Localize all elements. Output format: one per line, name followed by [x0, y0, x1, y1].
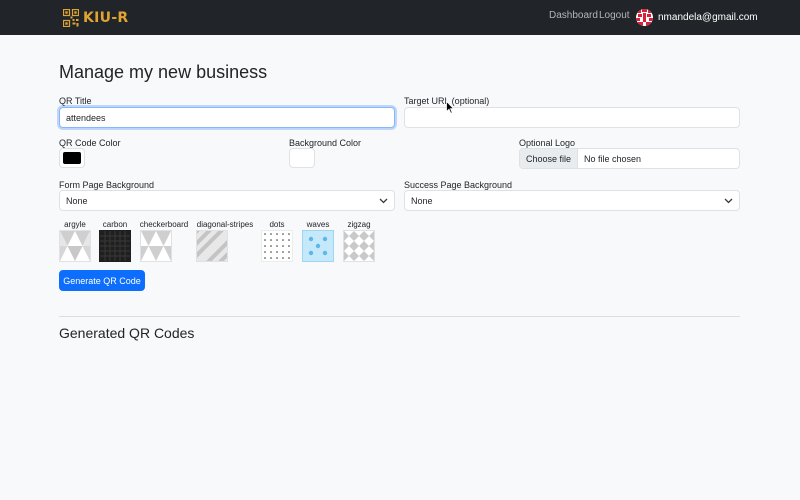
pattern-label-diagonal-stripes: diagonal-stripes	[196, 220, 254, 229]
pattern-label-zigzag: zigzag	[347, 220, 371, 229]
pattern-tile-argyle[interactable]	[59, 230, 91, 262]
target-url-label: Target URL (optional)	[404, 96, 490, 106]
file-status-text: No file chosen	[584, 153, 642, 164]
pattern-label-argyle: argyle	[64, 220, 86, 229]
form-page-background-label: Form Page Background	[59, 180, 155, 190]
nav-dashboard-link[interactable]: Dashboard	[549, 10, 598, 21]
zigzag-pattern-icon	[344, 231, 374, 261]
section-divider	[59, 316, 740, 317]
nav-logout-link[interactable]: Logout	[599, 10, 630, 21]
chevron-down-icon	[724, 198, 733, 203]
argyle-pattern-icon	[60, 231, 90, 261]
success-page-background-select[interactable]: None	[404, 190, 740, 211]
brand-logo[interactable]: KIU-R	[63, 8, 129, 28]
choose-file-button[interactable]: Choose file	[520, 149, 579, 168]
user-email: nmandela@gmail.com	[658, 12, 758, 23]
navbar: KIU-R Dashboard Logout nmandela@gmail.co…	[0, 0, 800, 35]
background-color-swatch	[293, 152, 311, 164]
chevron-down-icon	[379, 198, 388, 203]
generate-qr-code-button[interactable]: Generate QR Code	[59, 270, 145, 291]
pattern-label-dots: dots	[269, 220, 285, 229]
brand-name: KIU-R	[83, 10, 129, 26]
pattern-label-checkerboard: checkerboard	[139, 220, 189, 229]
qr-title-input[interactable]	[59, 107, 395, 128]
qr-code-color-label: QR Code Color	[59, 138, 121, 148]
pattern-tile-checkerboard[interactable]	[140, 230, 172, 262]
pattern-tile-waves[interactable]	[302, 230, 334, 262]
pattern-tile-diagonal-stripes[interactable]	[196, 230, 228, 262]
qr-code-color-picker[interactable]	[59, 148, 85, 168]
success-page-background-label: Success Page Background	[404, 180, 513, 190]
success-page-background-value: None	[411, 195, 433, 206]
pattern-tile-carbon[interactable]	[99, 230, 131, 262]
avatar	[636, 9, 653, 26]
qr-code-color-swatch	[63, 152, 81, 164]
generated-qr-codes-title: Generated QR Codes	[59, 325, 195, 341]
background-color-picker[interactable]	[289, 148, 315, 168]
diagonal-stripes-pattern-icon	[197, 231, 227, 261]
checkerboard-pattern-icon	[141, 231, 171, 261]
optional-logo-label: Optional Logo	[519, 138, 576, 148]
waves-pattern-icon	[303, 231, 333, 261]
pattern-label-waves: waves	[306, 220, 330, 229]
form-page-background-select[interactable]: None	[59, 190, 395, 211]
pattern-tile-dots[interactable]	[261, 230, 293, 262]
pattern-label-carbon: carbon	[102, 220, 128, 229]
avatar-pattern-icon	[636, 9, 653, 26]
target-url-input[interactable]	[404, 107, 740, 128]
carbon-pattern-icon	[100, 231, 130, 261]
form-page-background-value: None	[66, 195, 88, 206]
qr-logo-icon	[63, 9, 79, 27]
optional-logo-file-input[interactable]: Choose file No file chosen	[519, 148, 740, 169]
page-title: Manage my new business	[59, 62, 268, 82]
qr-title-label: QR Title	[59, 96, 92, 106]
user-menu[interactable]: nmandela@gmail.com	[636, 9, 758, 26]
pattern-tile-zigzag[interactable]	[343, 230, 375, 262]
dots-pattern-icon	[262, 231, 292, 261]
background-color-label: Background Color	[289, 138, 362, 148]
